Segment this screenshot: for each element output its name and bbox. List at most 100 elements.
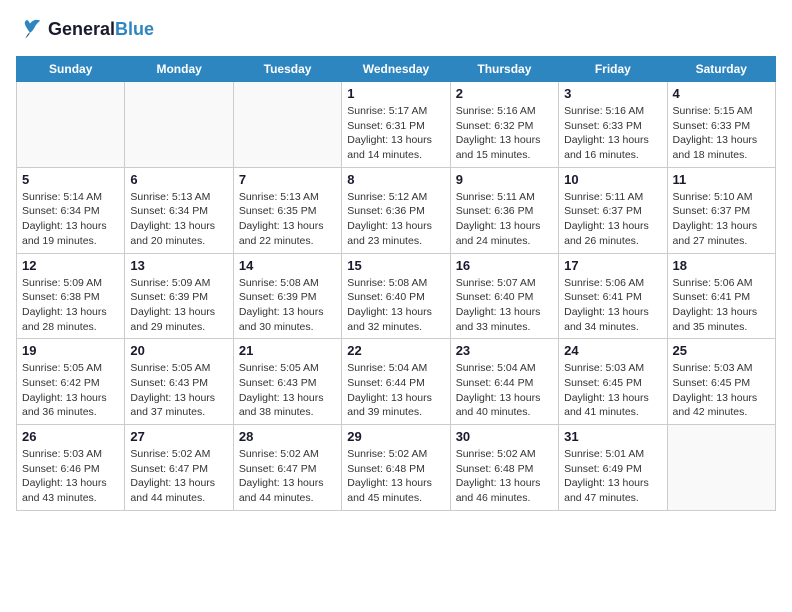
day-info: Sunrise: 5:13 AM Sunset: 6:34 PM Dayligh… — [130, 190, 227, 249]
calendar-cell: 13 Sunrise: 5:09 AM Sunset: 6:39 PM Dayli… — [125, 253, 233, 339]
calendar-cell: 2Sunrise: 5:16 AM Sunset: 6:32 PM Daylig… — [450, 82, 558, 168]
day-number: 18 — [673, 258, 770, 273]
day-info: Sunrise: 5:14 AM Sunset: 6:34 PM Dayligh… — [22, 190, 119, 249]
day-info: Sunrise: 5:09 AM Sunset: 6:39 PM Dayligh… — [130, 276, 227, 335]
day-number: 12 — [22, 258, 119, 273]
day-info: Sunrise: 5:04 AM Sunset: 6:44 PM Dayligh… — [456, 361, 553, 420]
day-info: Sunrise: 5:06 AM Sunset: 6:41 PM Dayligh… — [564, 276, 661, 335]
day-number: 15 — [347, 258, 444, 273]
day-number: 31 — [564, 429, 661, 444]
day-number: 13 — [130, 258, 227, 273]
day-number: 30 — [456, 429, 553, 444]
calendar-cell: 27 Sunrise: 5:02 AM Sunset: 6:47 PM Dayli… — [125, 425, 233, 511]
calendar-cell: 19 Sunrise: 5:05 AM Sunset: 6:42 PM Dayli… — [17, 339, 125, 425]
calendar-week-row: 1Sunrise: 5:17 AM Sunset: 6:31 PM Daylig… — [17, 82, 776, 168]
calendar-cell: 5 Sunrise: 5:14 AM Sunset: 6:34 PM Daylig… — [17, 167, 125, 253]
day-info: Sunrise: 5:05 AM Sunset: 6:43 PM Dayligh… — [130, 361, 227, 420]
calendar-cell: 12Sunrise: 5:09 AM Sunset: 6:38 PM Dayli… — [17, 253, 125, 339]
logo-bird-icon — [16, 16, 44, 44]
day-number: 9 — [456, 172, 553, 187]
day-number: 14 — [239, 258, 336, 273]
calendar-cell: 18Sunrise: 5:06 AM Sunset: 6:41 PM Dayli… — [667, 253, 775, 339]
calendar-cell — [667, 425, 775, 511]
logo: GeneralBlue — [16, 16, 154, 44]
calendar-cell: 31 Sunrise: 5:01 AM Sunset: 6:49 PM Dayli… — [559, 425, 667, 511]
day-info: Sunrise: 5:04 AM Sunset: 6:44 PM Dayligh… — [347, 361, 444, 420]
day-number: 19 — [22, 343, 119, 358]
column-header-friday: Friday — [559, 57, 667, 82]
day-info: Sunrise: 5:17 AM Sunset: 6:31 PM Dayligh… — [347, 104, 444, 163]
day-number: 16 — [456, 258, 553, 273]
day-number: 29 — [347, 429, 444, 444]
day-info: Sunrise: 5:13 AM Sunset: 6:35 PM Dayligh… — [239, 190, 336, 249]
calendar-cell: 11 Sunrise: 5:10 AM Sunset: 6:37 PM Dayli… — [667, 167, 775, 253]
day-number: 17 — [564, 258, 661, 273]
calendar-cell: 20 Sunrise: 5:05 AM Sunset: 6:43 PM Dayli… — [125, 339, 233, 425]
calendar-cell: 21Sunrise: 5:05 AM Sunset: 6:43 PM Dayli… — [233, 339, 341, 425]
day-info: Sunrise: 5:01 AM Sunset: 6:49 PM Dayligh… — [564, 447, 661, 506]
column-header-sunday: Sunday — [17, 57, 125, 82]
day-info: Sunrise: 5:10 AM Sunset: 6:37 PM Dayligh… — [673, 190, 770, 249]
day-number: 21 — [239, 343, 336, 358]
calendar-cell: 4 Sunrise: 5:15 AM Sunset: 6:33 PM Daylig… — [667, 82, 775, 168]
calendar-cell: 23 Sunrise: 5:04 AM Sunset: 6:44 PM Dayli… — [450, 339, 558, 425]
day-info: Sunrise: 5:02 AM Sunset: 6:48 PM Dayligh… — [456, 447, 553, 506]
page-header: GeneralBlue — [16, 16, 776, 44]
day-info: Sunrise: 5:11 AM Sunset: 6:37 PM Dayligh… — [564, 190, 661, 249]
day-number: 6 — [130, 172, 227, 187]
day-info: Sunrise: 5:03 AM Sunset: 6:46 PM Dayligh… — [22, 447, 119, 506]
calendar-table: SundayMondayTuesdayWednesdayThursdayFrid… — [16, 56, 776, 511]
day-info: Sunrise: 5:02 AM Sunset: 6:48 PM Dayligh… — [347, 447, 444, 506]
day-info: Sunrise: 5:08 AM Sunset: 6:39 PM Dayligh… — [239, 276, 336, 335]
day-info: Sunrise: 5:03 AM Sunset: 6:45 PM Dayligh… — [564, 361, 661, 420]
column-header-thursday: Thursday — [450, 57, 558, 82]
day-info: Sunrise: 5:02 AM Sunset: 6:47 PM Dayligh… — [130, 447, 227, 506]
calendar-cell: 15 Sunrise: 5:08 AM Sunset: 6:40 PM Dayli… — [342, 253, 450, 339]
calendar-cell — [233, 82, 341, 168]
day-number: 4 — [673, 86, 770, 101]
calendar-week-row: 12Sunrise: 5:09 AM Sunset: 6:38 PM Dayli… — [17, 253, 776, 339]
day-info: Sunrise: 5:15 AM Sunset: 6:33 PM Dayligh… — [673, 104, 770, 163]
column-header-monday: Monday — [125, 57, 233, 82]
calendar-cell: 16 Sunrise: 5:07 AM Sunset: 6:40 PM Dayli… — [450, 253, 558, 339]
calendar-cell — [125, 82, 233, 168]
day-number: 5 — [22, 172, 119, 187]
day-number: 25 — [673, 343, 770, 358]
day-number: 2 — [456, 86, 553, 101]
day-number: 27 — [130, 429, 227, 444]
day-info: Sunrise: 5:11 AM Sunset: 6:36 PM Dayligh… — [456, 190, 553, 249]
calendar-cell: 8Sunrise: 5:12 AM Sunset: 6:36 PM Daylig… — [342, 167, 450, 253]
calendar-cell: 14 Sunrise: 5:08 AM Sunset: 6:39 PM Dayli… — [233, 253, 341, 339]
calendar-week-row: 26 Sunrise: 5:03 AM Sunset: 6:46 PM Dayli… — [17, 425, 776, 511]
calendar-cell: 24 Sunrise: 5:03 AM Sunset: 6:45 PM Dayli… — [559, 339, 667, 425]
calendar-week-row: 19 Sunrise: 5:05 AM Sunset: 6:42 PM Dayli… — [17, 339, 776, 425]
day-number: 20 — [130, 343, 227, 358]
column-header-tuesday: Tuesday — [233, 57, 341, 82]
day-info: Sunrise: 5:07 AM Sunset: 6:40 PM Dayligh… — [456, 276, 553, 335]
day-number: 8 — [347, 172, 444, 187]
day-info: Sunrise: 5:08 AM Sunset: 6:40 PM Dayligh… — [347, 276, 444, 335]
calendar-cell: 26 Sunrise: 5:03 AM Sunset: 6:46 PM Dayli… — [17, 425, 125, 511]
column-header-wednesday: Wednesday — [342, 57, 450, 82]
calendar-cell — [17, 82, 125, 168]
calendar-cell: 25 Sunrise: 5:03 AM Sunset: 6:45 PM Dayli… — [667, 339, 775, 425]
calendar-cell: 1Sunrise: 5:17 AM Sunset: 6:31 PM Daylig… — [342, 82, 450, 168]
day-number: 26 — [22, 429, 119, 444]
day-number: 23 — [456, 343, 553, 358]
day-number: 3 — [564, 86, 661, 101]
calendar-cell: 30 Sunrise: 5:02 AM Sunset: 6:48 PM Dayli… — [450, 425, 558, 511]
day-number: 24 — [564, 343, 661, 358]
logo-text: GeneralBlue — [48, 19, 154, 41]
calendar-cell: 3Sunrise: 5:16 AM Sunset: 6:33 PM Daylig… — [559, 82, 667, 168]
day-number: 11 — [673, 172, 770, 187]
day-number: 10 — [564, 172, 661, 187]
day-info: Sunrise: 5:02 AM Sunset: 6:47 PM Dayligh… — [239, 447, 336, 506]
calendar-cell: 9 Sunrise: 5:11 AM Sunset: 6:36 PM Daylig… — [450, 167, 558, 253]
day-number: 7 — [239, 172, 336, 187]
calendar-cell: 10 Sunrise: 5:11 AM Sunset: 6:37 PM Dayli… — [559, 167, 667, 253]
column-header-saturday: Saturday — [667, 57, 775, 82]
day-info: Sunrise: 5:05 AM Sunset: 6:42 PM Dayligh… — [22, 361, 119, 420]
calendar-cell: 7 Sunrise: 5:13 AM Sunset: 6:35 PM Daylig… — [233, 167, 341, 253]
calendar-cell: 17 Sunrise: 5:06 AM Sunset: 6:41 PM Dayli… — [559, 253, 667, 339]
day-info: Sunrise: 5:03 AM Sunset: 6:45 PM Dayligh… — [673, 361, 770, 420]
